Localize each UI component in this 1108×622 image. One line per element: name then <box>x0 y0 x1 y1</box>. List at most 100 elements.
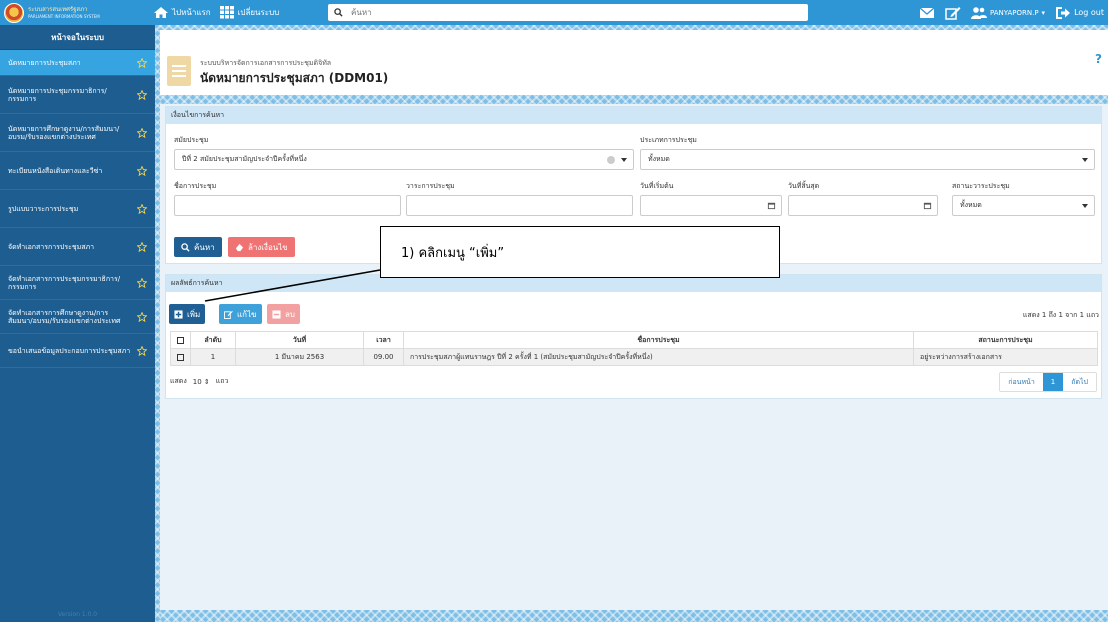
session-value: ปีที่ 2 สมัยประชุมสามัญประจำปีครั้งที่หน… <box>182 155 307 163</box>
session-select[interactable]: ปีที่ 2 สมัยประชุมสามัญประจำปีครั้งที่หน… <box>174 149 634 170</box>
page-subtitle: ระบบบริหารจัดการเอกสารการประชุมดิจิทัล <box>200 59 332 67</box>
callout-text: 1) คลิกเมนู “เพิ่ม” <box>401 245 505 261</box>
calendar-icon[interactable] <box>917 195 937 216</box>
star-icon[interactable] <box>137 203 147 214</box>
star-icon[interactable] <box>137 57 147 68</box>
all-systems-button[interactable]: เปลี่ยนระบบ <box>219 6 280 19</box>
chevron-down-icon <box>621 158 627 162</box>
users-icon <box>970 6 987 19</box>
sidebar-item-label: นัดหมายการศึกษาดูงาน/การสัมมนา/อบรม/รับร… <box>8 124 120 141</box>
sidebar-item-committee-meeting[interactable]: นัดหมายการประชุมกรรมาธิการ/กรรมการ <box>0 76 155 114</box>
logo-title: ระบบสารสนเทศรัฐสภา <box>28 5 88 13</box>
star-icon[interactable] <box>137 345 147 356</box>
star-icon[interactable] <box>137 311 147 322</box>
column-header: ลำดับ <box>190 331 236 349</box>
meeting-name-label: ชื่อการประชุม <box>174 182 217 190</box>
search-button[interactable]: ค้นหา <box>174 237 222 257</box>
edit-button[interactable]: แก้ไข <box>219 304 262 324</box>
star-icon[interactable] <box>137 127 147 138</box>
sidebar-item-council-meeting[interactable]: นัดหมายการประชุมสภา <box>0 50 155 76</box>
delete-button[interactable]: ลบ <box>267 304 300 324</box>
sidebar-item-agenda-format[interactable]: รูปแบบวาระการประชุม <box>0 190 155 228</box>
eraser-icon <box>235 243 244 251</box>
agenda-input[interactable] <box>406 195 633 216</box>
end-date-input[interactable] <box>788 195 938 216</box>
meeting-type-select[interactable]: ทั้งหมด <box>640 149 1095 170</box>
sidebar-item-study-visit[interactable]: นัดหมายการศึกษาดูงาน/การสัมมนา/อบรม/รับร… <box>0 114 155 152</box>
table-row[interactable]: 1 1 มีนาคม 2563 09.00 การประชุมสภาผู้แทน… <box>170 348 1098 366</box>
row-checkbox[interactable] <box>170 348 191 366</box>
column-header: สถานะการประชุม <box>913 331 1098 349</box>
sidebar-item-council-documents[interactable]: จัดทำเอกสารการประชุมสภา <box>0 228 155 266</box>
clear-selection-icon[interactable] <box>607 156 615 164</box>
sidebar-item-label: รูปแบบวาระการประชุม <box>8 204 79 213</box>
sidebar-item-label: นัดหมายการประชุมสภา <box>8 58 81 67</box>
star-icon[interactable] <box>137 241 147 252</box>
user-menu[interactable]: PANYAPORN.P ▾ <box>970 6 1045 20</box>
search-icon <box>334 8 343 17</box>
logout-label: Log out <box>1074 8 1104 17</box>
sidebar-item-label: จัดทำเอกสารการศึกษาดูงาน/การสัมมนา/อบรม/… <box>8 308 121 325</box>
page-1-button[interactable]: 1 <box>1042 373 1064 391</box>
calendar-icon[interactable] <box>761 195 781 216</box>
delete-button-label: ลบ <box>285 309 295 319</box>
session-label: สมัยประชุม <box>174 136 209 144</box>
prev-page-button[interactable]: ก่อนหน้า <box>1000 373 1043 391</box>
app-logo[interactable]: ระบบสารสนเทศรัฐสภา PARLIAMENT INFORMATIO… <box>0 0 145 25</box>
page-header: ระบบบริหารจัดการเอกสารการประชุมดิจิทัล น… <box>160 30 1108 95</box>
plus-icon <box>174 309 183 319</box>
end-date-label: วันที่สิ้นสุด <box>788 182 820 190</box>
page-size-control: แสดง 10 ⇕ แถว <box>170 376 228 387</box>
clear-button[interactable]: ล้างเงื่อนไข <box>228 237 295 257</box>
minus-icon <box>272 309 281 319</box>
page-size-select[interactable]: 10 ⇕ <box>193 378 210 386</box>
edit-profile-icon[interactable] <box>945 6 961 20</box>
pattern-strip <box>160 610 1108 622</box>
star-icon[interactable] <box>137 89 147 100</box>
home-label: ไปหน้าแรก <box>172 8 211 17</box>
meeting-type-value: ทั้งหมด <box>648 155 670 163</box>
meeting-name-input[interactable] <box>174 195 401 216</box>
status-label: สถานะวาระประชุม <box>952 182 1010 190</box>
sidebar-item-label: จัดทำเอกสารการประชุมกรรมาธิการ/กรรมการ <box>8 274 121 291</box>
row-time: 09.00 <box>363 348 404 366</box>
edit-icon <box>224 310 233 319</box>
add-button-label: เพิ่ม <box>187 309 201 319</box>
document-icon <box>167 56 191 86</box>
column-header: วันที่ <box>235 331 364 349</box>
sidebar-item-study-documents[interactable]: จัดทำเอกสารการศึกษาดูงาน/การสัมมนา/อบรม/… <box>0 300 155 334</box>
app-version: Version 1.0.0 <box>57 611 98 618</box>
search-icon <box>181 242 190 252</box>
parliament-seal-icon <box>4 2 24 23</box>
sidebar-item-submit-info[interactable]: ขอนำเสนอข้อมูลประกอบการประชุมสภา <box>0 334 155 368</box>
star-icon[interactable] <box>137 165 147 176</box>
status-value: ทั้งหมด <box>960 201 982 209</box>
grid-icon <box>219 6 234 19</box>
logout-icon <box>1056 6 1071 19</box>
chevron-down-icon <box>1082 204 1088 208</box>
pattern-strip <box>155 30 160 622</box>
instruction-callout: 1) คลิกเมนู “เพิ่ม” <box>380 226 780 278</box>
logout-button[interactable]: Log out <box>1055 6 1104 20</box>
select-all-checkbox[interactable] <box>170 331 191 349</box>
agenda-label: วาระการประชุม <box>406 182 455 190</box>
sidebar-item-committee-documents[interactable]: จัดทำเอกสารการประชุมกรรมาธิการ/กรรมการ <box>0 266 155 300</box>
row-date: 1 มีนาคม 2563 <box>235 348 364 366</box>
table-header-row: ลำดับ วันที่ เวลา ชื่อการประชุม สถานะการ… <box>170 331 1098 349</box>
column-header: ชื่อการประชุม <box>403 331 914 349</box>
username: PANYAPORN.P <box>989 8 1039 17</box>
sidebar-item-label: นัดหมายการประชุมกรรมาธิการ/กรรมการ <box>8 86 107 103</box>
next-page-button[interactable]: ถัดไป <box>1063 373 1096 391</box>
home-button[interactable]: ไปหน้าแรก <box>153 6 211 19</box>
results-panel: ผลลัพธ์การค้นหา เพิ่ม แก้ไข ลบ แสดง 1 ถึ… <box>165 274 1102 399</box>
start-date-input[interactable] <box>640 195 782 216</box>
mail-icon[interactable] <box>919 6 935 20</box>
help-icon[interactable]: ? <box>1095 52 1102 66</box>
star-icon[interactable] <box>137 277 147 288</box>
sidebar-item-passport-visa[interactable]: ทะเบียนหนังสือเดินทางและวีซ่า <box>0 152 155 190</box>
chevron-down-icon <box>1082 158 1088 162</box>
global-search-input[interactable] <box>351 8 791 17</box>
add-button[interactable]: เพิ่ม <box>169 304 206 324</box>
status-select[interactable]: ทั้งหมด <box>952 195 1095 216</box>
all-systems-label: เปลี่ยนระบบ <box>237 8 280 17</box>
